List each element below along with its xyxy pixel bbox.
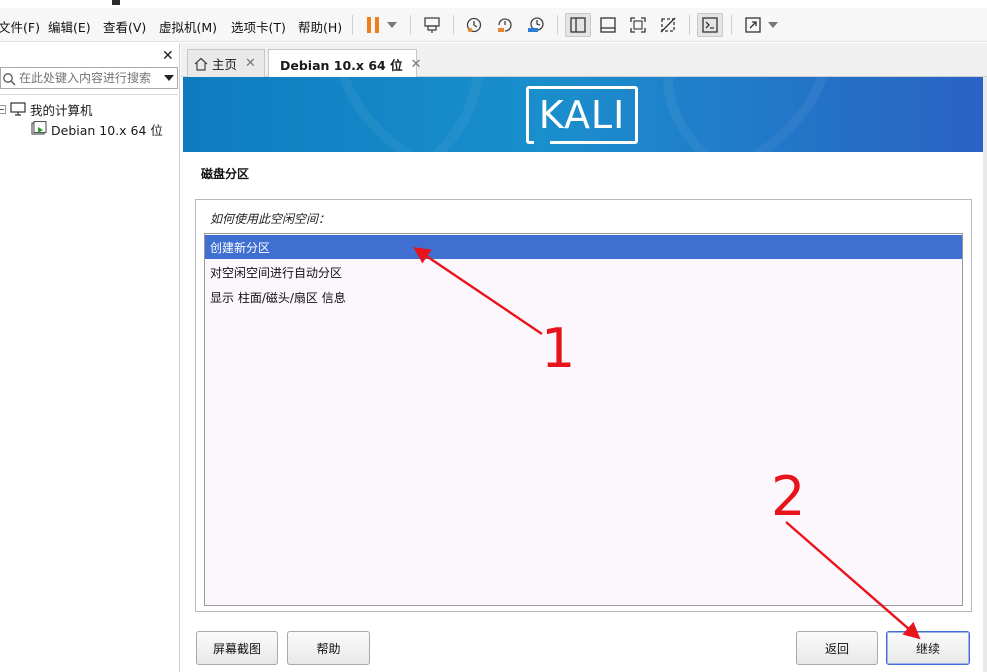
menu-bar: 文件(F) 编辑(E) 查看(V) 虚拟机(M) 选项卡(T) 帮助(H) bbox=[0, 8, 987, 42]
window-edge-mark bbox=[112, 0, 120, 5]
tree-collapse-icon[interactable] bbox=[0, 104, 6, 114]
library-search[interactable] bbox=[0, 67, 178, 89]
search-input[interactable] bbox=[19, 70, 159, 86]
library-sidebar: ✕ 我的计算机 Debian 10.x 64 位 bbox=[0, 43, 180, 672]
fullscreen-icon[interactable] bbox=[625, 13, 651, 37]
sidebar-divider bbox=[0, 94, 178, 95]
kali-logo: KALI bbox=[526, 86, 638, 144]
snapshot-icon[interactable] bbox=[461, 13, 487, 37]
vm-icon bbox=[31, 121, 47, 135]
close-tab-icon[interactable]: ✕ bbox=[245, 56, 256, 71]
logo-notch bbox=[534, 140, 550, 147]
toolbar-separator bbox=[557, 15, 558, 35]
tab-home[interactable]: 主页 ✕ bbox=[187, 49, 265, 77]
revert-snapshot-icon[interactable] bbox=[492, 13, 518, 37]
tab-label: 主页 bbox=[212, 57, 238, 72]
partition-option-list[interactable]: 创建新分区 对空闲空间进行自动分区 显示 柱面/磁头/扇区 信息 bbox=[204, 233, 963, 606]
window-top-strip bbox=[0, 0, 987, 8]
menu-help[interactable]: 帮助(H) bbox=[298, 17, 342, 36]
send-keys-icon[interactable] bbox=[419, 13, 445, 37]
scrollbar-track[interactable] bbox=[983, 77, 987, 672]
close-icon[interactable]: ✕ bbox=[162, 48, 174, 64]
installer-banner: KALI bbox=[183, 77, 983, 152]
help-button[interactable]: 帮助 bbox=[287, 631, 370, 665]
dropdown-arrow-icon[interactable] bbox=[382, 13, 402, 37]
annotation-step-2: 2 bbox=[771, 465, 806, 528]
toolbar-separator bbox=[731, 15, 732, 35]
computer-icon bbox=[10, 102, 26, 116]
terminal-icon[interactable] bbox=[697, 13, 723, 37]
toolbar-separator bbox=[453, 15, 454, 35]
tree-item-debian-vm[interactable]: Debian 10.x 64 位 bbox=[31, 119, 163, 139]
continue-button[interactable]: 继续 bbox=[886, 631, 970, 665]
page-title: 磁盘分区 bbox=[201, 167, 250, 181]
question-label: 如何使用此空闲空间： bbox=[210, 212, 331, 226]
tab-bar: 主页 ✕ Debian 10.x 64 位 ✕ bbox=[181, 43, 987, 78]
toolbar-separator bbox=[352, 15, 353, 35]
partition-frame: 如何使用此空闲空间： 创建新分区 对空闲空间进行自动分区 显示 柱面/磁头/扇区… bbox=[195, 199, 972, 612]
toolbar-separator bbox=[410, 15, 411, 35]
menu-view[interactable]: 查看(V) bbox=[103, 17, 146, 36]
search-dropdown-icon[interactable] bbox=[164, 75, 174, 81]
tree-item-my-computer[interactable]: 我的计算机 bbox=[0, 99, 93, 119]
tree-item-label: Debian 10.x 64 位 bbox=[51, 122, 163, 138]
stretch-icon[interactable] bbox=[740, 13, 766, 37]
menu-edit[interactable]: 编辑(E) bbox=[48, 17, 91, 36]
annotation-step-1: 1 bbox=[541, 317, 576, 380]
menu-file[interactable]: 文件(F) bbox=[0, 17, 40, 36]
screenshot-button[interactable]: 屏幕截图 bbox=[196, 631, 278, 665]
option-show-chs[interactable]: 显示 柱面/磁头/扇区 信息 bbox=[205, 285, 962, 309]
console-view-icon[interactable] bbox=[595, 13, 621, 37]
back-button[interactable]: 返回 bbox=[796, 631, 878, 665]
option-auto-partition[interactable]: 对空闲空间进行自动分区 bbox=[205, 260, 962, 284]
tab-debian[interactable]: Debian 10.x 64 位 ✕ bbox=[268, 49, 421, 78]
tab-label: Debian 10.x 64 位 bbox=[280, 57, 403, 73]
vm-console[interactable]: KALI 磁盘分区 如何使用此空闲空间： 创建新分区 对空闲空间进行自动分区 显… bbox=[183, 77, 983, 672]
close-tab-icon[interactable]: ✕ bbox=[411, 57, 422, 72]
banner-decoration bbox=[663, 77, 983, 152]
tree-item-label: 我的计算机 bbox=[30, 102, 93, 118]
library-view-icon[interactable] bbox=[565, 13, 591, 37]
option-create-partition[interactable]: 创建新分区 bbox=[205, 235, 962, 259]
brand-text: KALI bbox=[538, 93, 626, 137]
search-icon bbox=[3, 73, 16, 86]
home-icon bbox=[194, 57, 208, 71]
menu-tabs[interactable]: 选项卡(T) bbox=[231, 17, 286, 36]
dropdown-arrow-icon[interactable] bbox=[764, 13, 782, 37]
menu-vm[interactable]: 虚拟机(M) bbox=[159, 17, 217, 36]
unity-icon[interactable] bbox=[655, 13, 681, 37]
toolbar-separator bbox=[689, 15, 690, 35]
snapshot-manager-icon[interactable] bbox=[523, 13, 549, 37]
